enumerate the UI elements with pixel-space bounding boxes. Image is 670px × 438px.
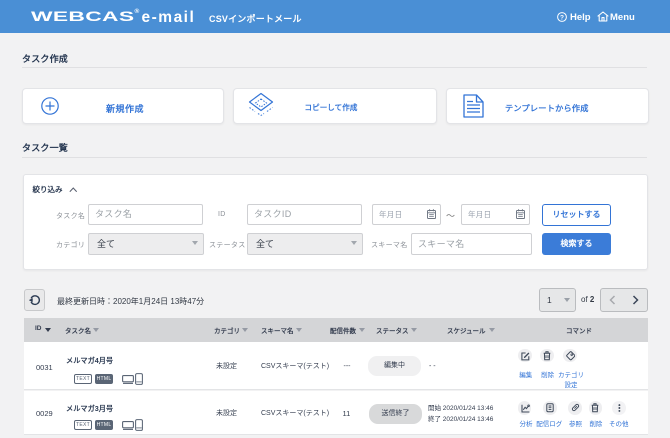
- svg-text:?: ?: [560, 14, 564, 21]
